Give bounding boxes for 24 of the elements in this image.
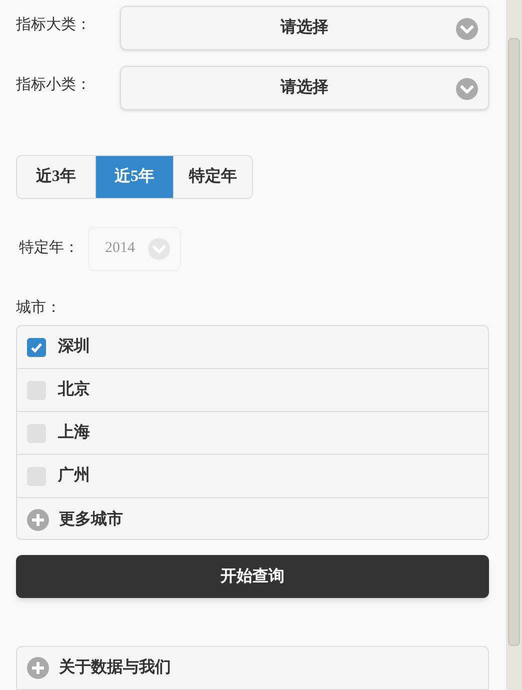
more-cities-toggle[interactable]: 更多城市 xyxy=(17,498,488,539)
range-tab[interactable]: 近5年 xyxy=(94,156,174,198)
range-tab[interactable]: 特定年 xyxy=(173,156,252,198)
field-label: 指标小类： xyxy=(16,76,92,95)
city-checkbox-row[interactable]: 上海 xyxy=(17,412,488,456)
query-button[interactable]: 开始查询 xyxy=(16,554,489,598)
field-label: 指标大类： xyxy=(16,16,92,35)
about-toggle[interactable]: 关于数据与我们 xyxy=(16,646,489,690)
plus-icon xyxy=(27,508,49,531)
city-checkbox-row[interactable]: 广州 xyxy=(17,455,488,498)
section-label: 城市： xyxy=(16,298,61,318)
chevron-down-icon xyxy=(148,238,170,260)
scrollbar[interactable] xyxy=(506,0,522,690)
field-label: 特定年： xyxy=(18,238,80,258)
city-checkbox-row[interactable]: 北京 xyxy=(17,369,488,412)
select-field[interactable]: 请选择 xyxy=(120,66,489,110)
city-checkbox-row[interactable]: 深圳 xyxy=(17,326,488,370)
chevron-down-icon xyxy=(456,18,478,40)
plus-icon xyxy=(27,657,49,680)
chevron-down-icon xyxy=(456,78,478,100)
scrollbar-thumb[interactable] xyxy=(508,38,520,646)
checked-checkbox[interactable] xyxy=(27,338,46,357)
select-field[interactable]: 请选择 xyxy=(120,6,489,50)
checkmark-icon xyxy=(30,340,43,354)
